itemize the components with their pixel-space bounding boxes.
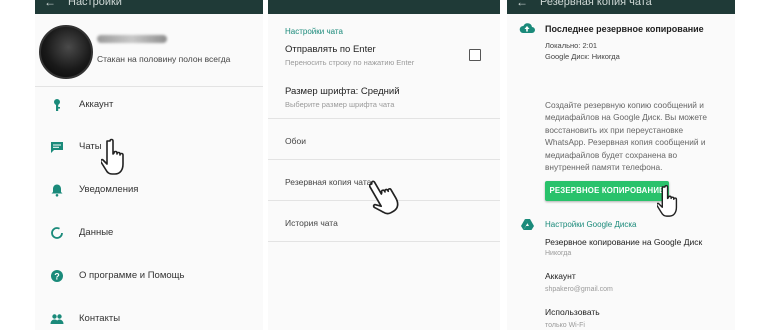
last-backup-title: Последнее резервное копирование <box>545 24 704 34</box>
screen-title: Настройки <box>68 0 122 8</box>
network-setting[interactable]: Использовать только Wi-Fi <box>507 303 735 330</box>
key-icon <box>54 99 60 111</box>
row-value: shpakero@gmail.com <box>545 286 613 293</box>
menu-item-data[interactable]: Данные <box>35 213 263 253</box>
row-title: Размер шрифта: Средний <box>285 86 400 97</box>
help-icon: ? <box>51 270 63 282</box>
menu-item-account[interactable]: Аккаунт <box>35 85 263 125</box>
section-header: Настройки чата <box>285 27 343 36</box>
screen-title: Резервная копия чата <box>540 0 652 8</box>
row-value: только Wi-Fi <box>545 322 585 329</box>
divider <box>268 159 500 160</box>
row-title: Аккаунт <box>545 271 576 281</box>
pointer-hand-icon <box>657 184 678 217</box>
pointer-hand-icon <box>101 138 124 175</box>
row-title: Использовать <box>545 307 600 317</box>
row-subtitle: Выберите размер шрифта чата <box>285 100 395 109</box>
menu-item-label: Уведомления <box>79 184 139 195</box>
top-app-bar <box>268 0 500 14</box>
back-arrow-icon[interactable]: ← <box>44 0 56 9</box>
profile-name-blurred <box>97 35 167 43</box>
enter-send-row[interactable]: Отправлять по Enter Переносить строку по… <box>268 38 500 70</box>
enter-send-checkbox[interactable] <box>469 49 481 61</box>
row-subtitle: Переносить строку по нажатию Enter <box>285 58 415 67</box>
backup-button[interactable]: РЕЗЕРВНОЕ КОПИРОВАНИЕ <box>545 181 669 201</box>
menu-item-label: Данные <box>79 227 114 238</box>
account-setting[interactable]: Аккаунт shpakero@gmail.com <box>507 267 735 295</box>
gdrive-backup-time: Google Диск: Никогда <box>545 52 620 61</box>
avatar[interactable] <box>39 25 93 79</box>
backup-description: Создайте резервную копию сообщений и мед… <box>545 100 708 173</box>
local-backup-time: Локально: 2:01 <box>545 41 598 50</box>
svg-text:?: ? <box>54 271 60 281</box>
menu-item-contacts[interactable]: Контакты <box>35 299 263 330</box>
pointer-hand-icon <box>369 180 399 215</box>
back-arrow-icon[interactable]: ← <box>516 0 528 9</box>
row-title: Обои <box>285 136 306 146</box>
profile-status: Стакан на половину полон всегда <box>97 54 231 64</box>
settings-panel: ← Настройки Стакан на половину полон все… <box>35 0 263 330</box>
bell-icon <box>51 184 63 197</box>
top-app-bar: ← Настройки <box>35 0 263 14</box>
wallpaper-row[interactable]: Обои <box>268 121 500 161</box>
menu-item-chats[interactable]: Чаты <box>35 127 263 167</box>
cloud-upload-icon <box>519 23 535 33</box>
google-drive-icon <box>521 219 534 230</box>
font-size-row[interactable]: Размер шрифта: Средний Выберите размер ш… <box>268 80 500 114</box>
menu-item-help[interactable]: ? О программе и Помощь <box>35 256 263 296</box>
row-title: Резервное копирование на Google Диск <box>545 237 703 247</box>
menu-item-label: Чаты <box>79 141 102 152</box>
row-title: Резервная копия чата <box>285 177 372 187</box>
row-title: Отправлять по Enter <box>285 44 376 55</box>
menu-item-label: Контакты <box>79 313 121 324</box>
row-title: История чата <box>285 218 338 228</box>
top-app-bar: ← Резервная копия чата <box>507 0 735 14</box>
chat-backup-panel: ← Резервная копия чата Последнее резервн… <box>507 0 735 330</box>
contacts-icon <box>50 314 64 324</box>
chat-settings-panel: Настройки чата Отправлять по Enter Перен… <box>268 0 500 330</box>
row-value: Никогда <box>545 250 572 257</box>
menu-item-label: О программе и Помощь <box>79 270 185 281</box>
gdrive-backup-setting[interactable]: Резервное копирование на Google Диск Ник… <box>507 234 735 262</box>
data-usage-icon <box>51 227 63 239</box>
gdrive-section-header: Настройки Google Диска <box>545 220 637 229</box>
menu-item-notifications[interactable]: Уведомления <box>35 170 263 210</box>
menu-item-label: Аккаунт <box>79 99 114 110</box>
chat-icon <box>51 142 63 153</box>
divider <box>268 241 500 242</box>
divider <box>268 118 500 119</box>
